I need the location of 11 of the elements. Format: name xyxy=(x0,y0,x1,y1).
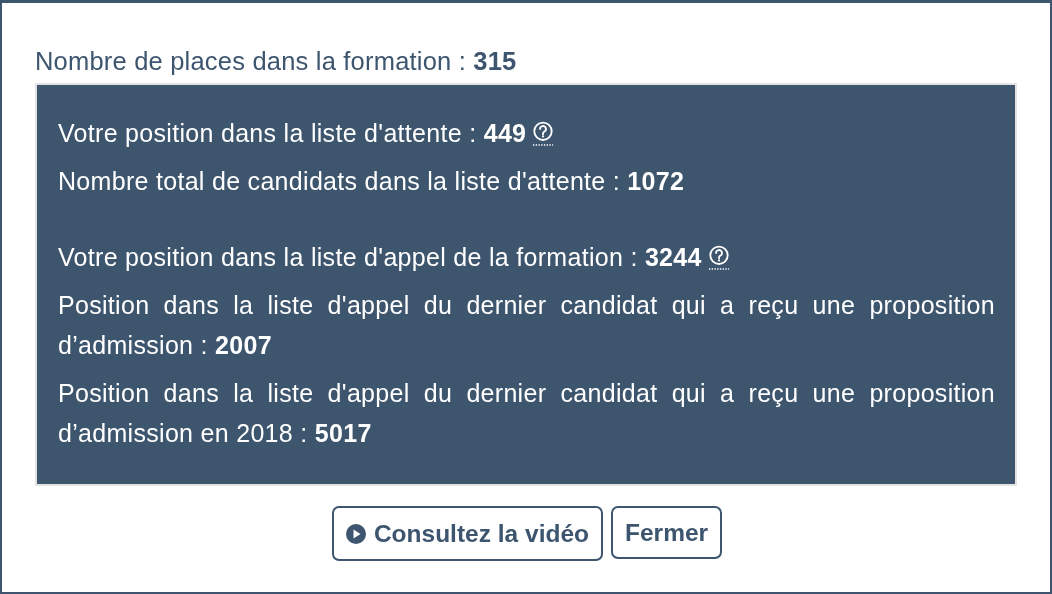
ranking-text: Votre position dans la liste d'attente : 449 xyxy=(58,119,527,147)
play-icon xyxy=(345,523,366,544)
help-icon[interactable] xyxy=(707,245,730,271)
ranking-text: Position dans la liste d'appel du dernier candidat qui a reçu une proposition d’admission en 2018 : 5017 xyxy=(58,379,995,447)
help-icon[interactable] xyxy=(532,121,555,147)
ranking-text: Nombre total de candidats dans la liste d'attente : 1072 xyxy=(58,167,685,195)
ranking-text: Position dans la liste d'appel du dernier candidat qui a reçu une proposition d’admission : 2007 xyxy=(58,291,995,359)
ranking-text: Votre position dans la liste d'appel de la formation : 3244 xyxy=(58,243,702,271)
video-button[interactable]: Consultez la vidéo xyxy=(331,506,603,561)
close-button[interactable]: Fermer xyxy=(611,506,723,559)
places-count: Nombre de places dans la formation : 315 xyxy=(35,47,518,75)
